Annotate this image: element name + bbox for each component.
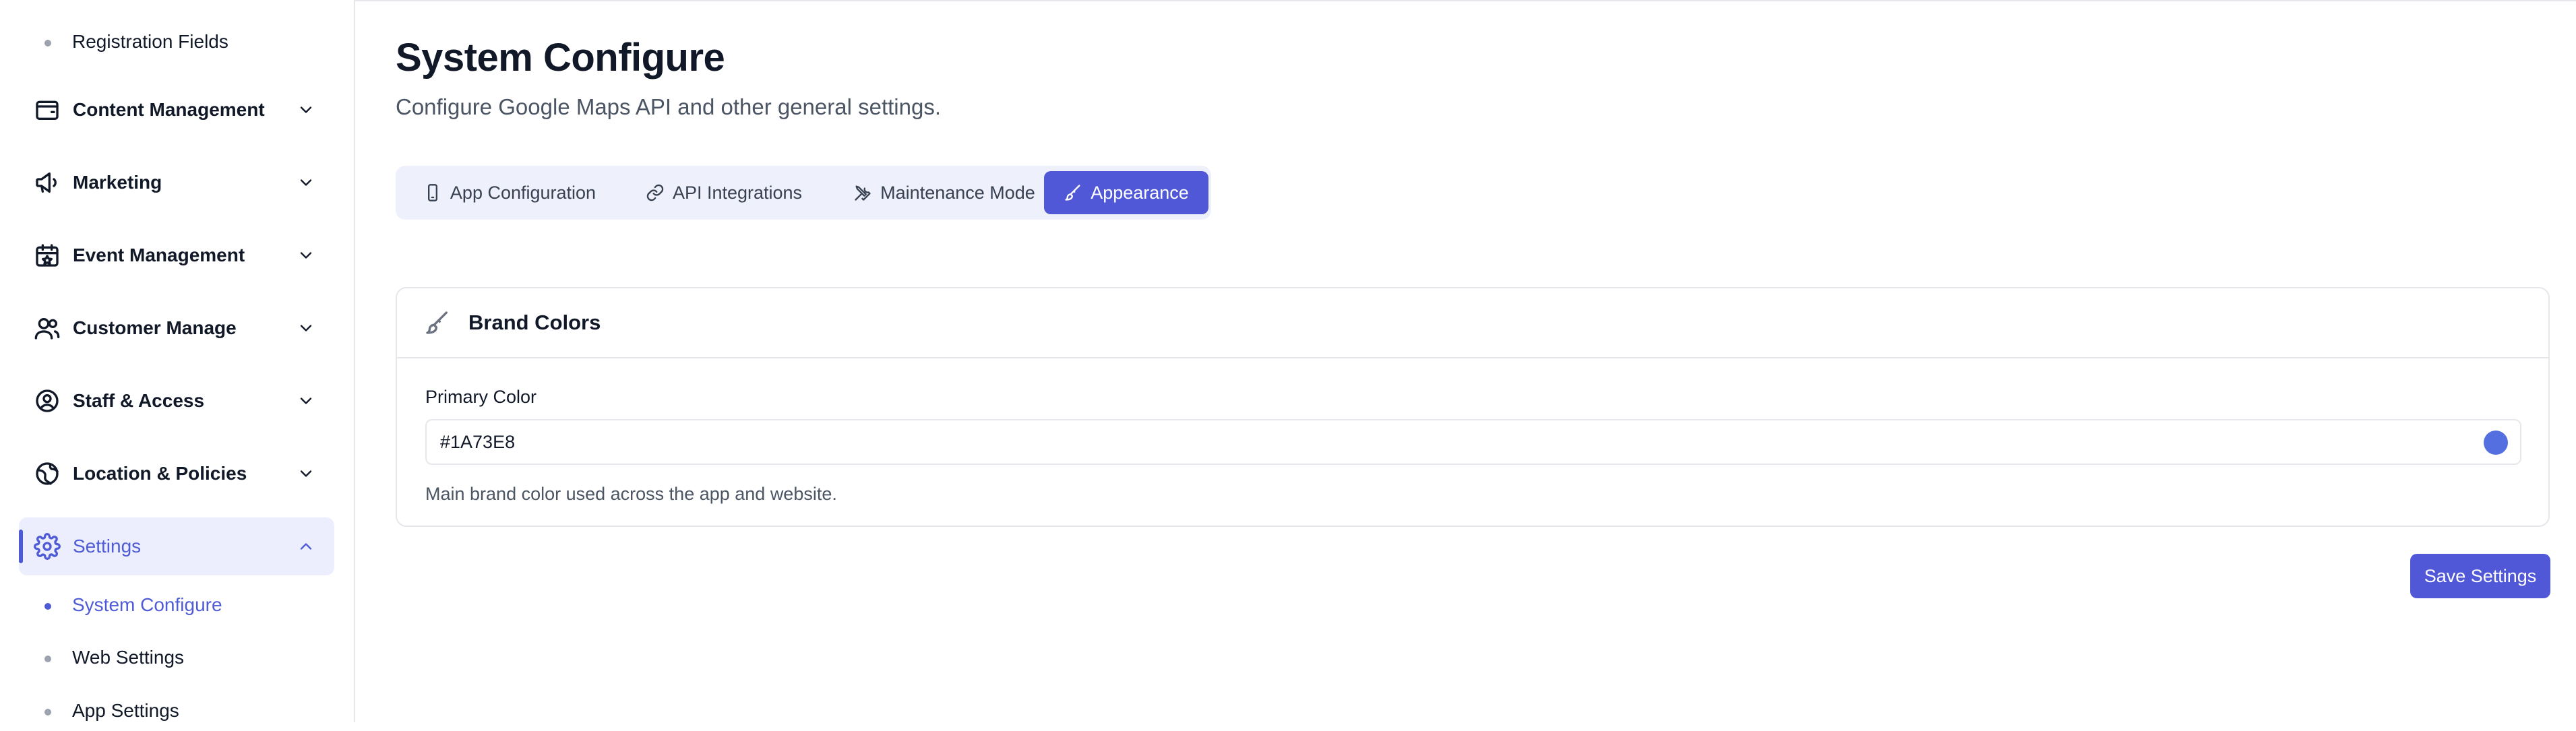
tab-label: API Integrations (672, 182, 803, 203)
chevron-down-icon (300, 470, 312, 477)
sidebar-item-label: Content Management (73, 99, 265, 120)
sidebar-item-marketing[interactable]: Marketing (19, 154, 334, 212)
primary-color-label: Primary Color (425, 387, 537, 407)
brush-icon (1065, 185, 1080, 201)
brush-icon (426, 311, 448, 334)
tab-maintenance-mode[interactable]: Maintenance Mode (832, 171, 1056, 214)
sidebar-subitem-app-settings[interactable]: App Settings (0, 691, 354, 731)
save-settings-button[interactable]: Save Settings (2410, 554, 2550, 598)
brand-colors-card: Brand Colors Primary Color Main brand co… (396, 287, 2550, 527)
card-title: Brand Colors (468, 311, 601, 334)
calendar-star-icon (36, 244, 59, 267)
sidebar-item-label: Staff & Access (73, 390, 205, 411)
chevron-down-icon (300, 252, 312, 259)
chevron-down-icon (300, 398, 312, 404)
link-icon (646, 184, 664, 201)
bullet-dot (44, 603, 51, 610)
sidebar-item-customer-manage[interactable]: Customer Manage (19, 299, 334, 357)
megaphone-icon (36, 172, 57, 193)
main-content: System Configure Configure Google Maps A… (355, 0, 2576, 722)
chevron-down-icon (300, 179, 312, 186)
sidebar-item-settings[interactable]: Settings (19, 517, 334, 575)
globe-icon (36, 462, 59, 485)
active-indicator (19, 530, 23, 563)
tab-label: Appearance (1091, 182, 1189, 203)
sidebar-subitem-web-settings[interactable]: Web Settings (0, 637, 354, 678)
tab-appearance[interactable]: Appearance (1044, 171, 1208, 214)
sidebar-item-label: Event Management (73, 245, 245, 265)
sidebar-subitem-label: Registration Fields (72, 31, 228, 52)
settings-tabs: App Configuration API Integrations Maint… (396, 166, 1211, 220)
chevron-down-icon (300, 106, 312, 113)
tab-app-configuration[interactable]: App Configuration (404, 171, 615, 214)
primary-color-help-text: Main brand color used across the app and… (425, 484, 837, 504)
tab-api-integrations[interactable]: API Integrations (626, 171, 822, 214)
smartphone-icon (427, 184, 437, 201)
sidebar-item-staff-access[interactable]: Staff & Access (19, 372, 334, 430)
tab-label: Maintenance Mode (880, 182, 1035, 203)
sidebar-subitem-label: System Configure (72, 594, 222, 615)
chevron-down-icon (300, 325, 312, 331)
sidebar-item-label: Customer Manage (73, 317, 237, 338)
sidebar-item-event-management[interactable]: Event Management (19, 226, 334, 284)
sidebar-subitem-label: Web Settings (72, 647, 185, 668)
sidebar-item-location-policies[interactable]: Location & Policies (19, 445, 334, 503)
page-title: System Configure (396, 36, 725, 80)
user-circle-icon (36, 389, 59, 412)
sidebar-item-label: Marketing (73, 172, 162, 193)
primary-color-input[interactable] (425, 419, 2521, 465)
sidebar-item-content-management[interactable]: Content Management (19, 81, 334, 139)
color-swatch[interactable] (2484, 431, 2508, 455)
bullet-dot (44, 656, 51, 662)
sidebar-item-label: Settings (73, 536, 142, 557)
sidebar-subitem-label: App Settings (72, 700, 179, 721)
wallet-icon (36, 100, 59, 120)
bullet-dot (44, 40, 51, 46)
sidebar: Registration Fields Content Management M… (0, 0, 355, 722)
tools-icon (855, 185, 871, 201)
sidebar-subitem-system-configure[interactable]: System Configure (0, 585, 354, 625)
bullet-dot (44, 709, 51, 716)
card-header: Brand Colors (397, 288, 2548, 358)
page-subtitle: Configure Google Maps API and other gene… (396, 94, 941, 119)
users-icon (34, 318, 60, 340)
sidebar-item-label: Location & Policies (73, 463, 247, 484)
tab-label: App Configuration (450, 182, 596, 203)
chevron-up-icon (300, 543, 312, 550)
gear-icon (34, 533, 61, 560)
sidebar-subitem-registration-fields[interactable]: Registration Fields (0, 22, 354, 62)
